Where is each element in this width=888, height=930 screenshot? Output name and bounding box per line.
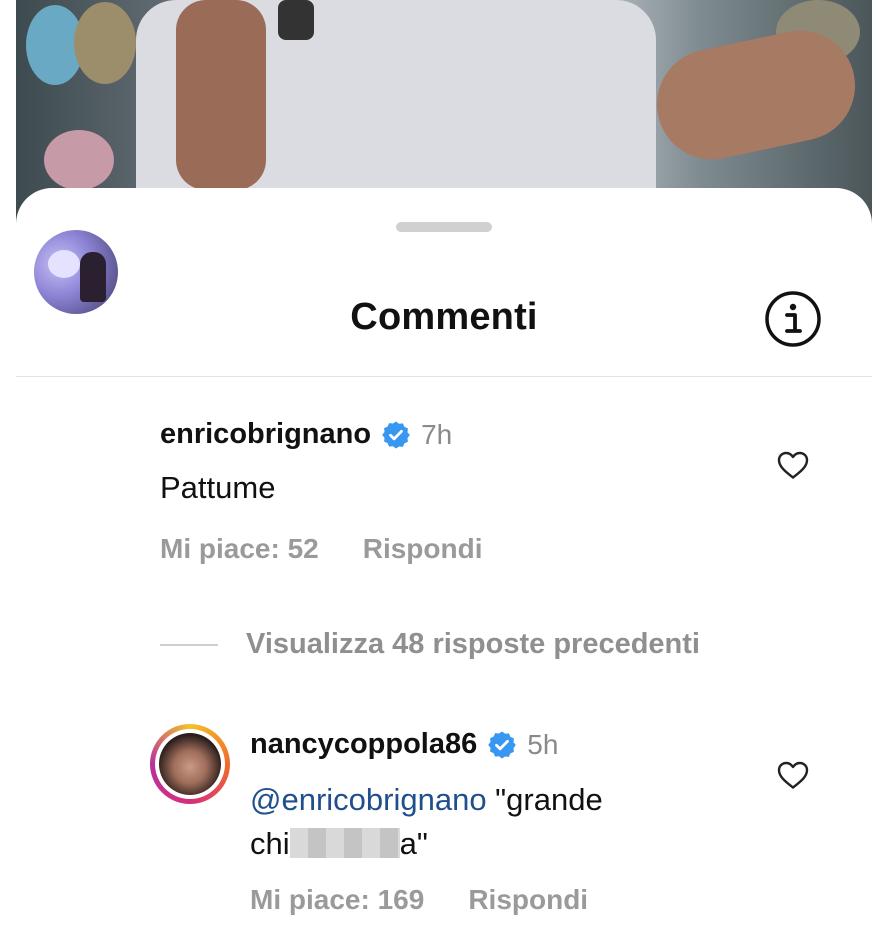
comment-time: 7h xyxy=(421,418,453,450)
sheet-grabber[interactable] xyxy=(396,222,492,232)
person-hand xyxy=(646,20,866,170)
heart-icon[interactable] xyxy=(776,450,810,480)
username[interactable]: enricobrignano xyxy=(160,418,371,451)
header-divider xyxy=(16,376,872,377)
avatar[interactable] xyxy=(150,724,230,804)
comment-username-row: nancycoppola86 5h xyxy=(250,728,558,761)
replies-line xyxy=(160,643,218,646)
verified-badge-icon xyxy=(381,420,411,450)
likes-count[interactable]: Mi piace: 169 xyxy=(250,884,424,916)
mention-link[interactable]: @enricobrignano xyxy=(250,782,487,817)
avatar-figure xyxy=(80,252,106,302)
likes-count[interactable]: Mi piace: 52 xyxy=(160,533,319,565)
comment-meta: Mi piace: 169 Rispondi xyxy=(250,884,588,916)
comment-text-part: a" xyxy=(399,826,428,861)
verified-badge-icon xyxy=(487,730,517,760)
balloon xyxy=(74,2,136,84)
reply-button[interactable]: Rispondi xyxy=(468,884,588,916)
heart-icon[interactable] xyxy=(776,760,810,790)
info-icon[interactable] xyxy=(762,288,824,350)
censored-blur xyxy=(289,828,400,858)
avatar-photo xyxy=(159,733,221,795)
avatar[interactable] xyxy=(34,230,118,314)
comment-username-row: enricobrignano 7h xyxy=(160,418,452,451)
comment-meta: Mi piace: 52 Rispondi xyxy=(160,533,483,565)
person-arm xyxy=(176,0,266,190)
comment-time: 5h xyxy=(527,728,559,760)
sheet-title: Commenti xyxy=(350,296,538,338)
reply-button[interactable]: Rispondi xyxy=(363,533,483,565)
balloon xyxy=(44,130,114,190)
comment-text-part: chi xyxy=(250,826,290,861)
view-replies-label: Visualizza 48 risposte precedenti xyxy=(246,628,700,660)
view-previous-replies[interactable]: Visualizza 48 risposte precedenti xyxy=(160,628,700,661)
comment-text: @enricobrignano "grande chi a" xyxy=(250,778,770,866)
microphone xyxy=(278,0,314,40)
comment-text: Pattume xyxy=(160,470,276,505)
avatar-figure xyxy=(48,250,80,278)
comment-text-part: "grande xyxy=(486,782,603,817)
username[interactable]: nancycoppola86 xyxy=(250,728,477,761)
